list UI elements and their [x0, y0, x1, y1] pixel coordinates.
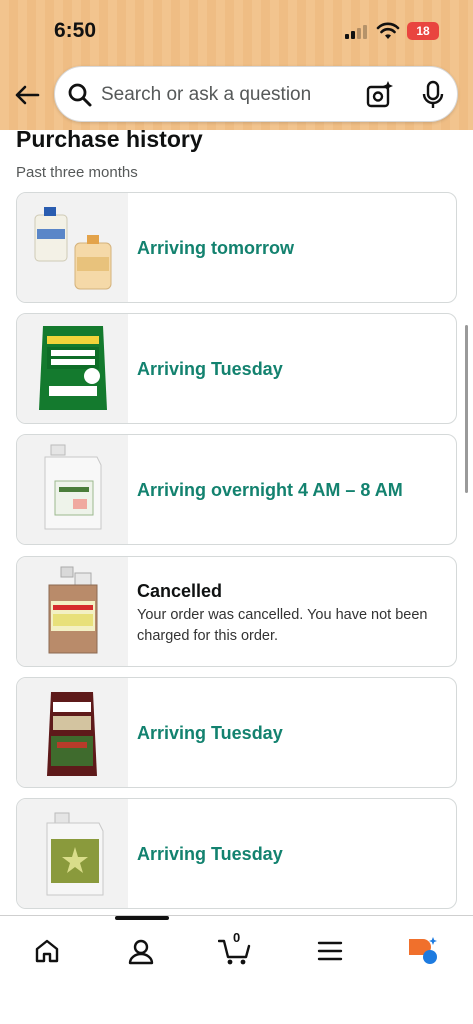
home-icon: [35, 939, 59, 963]
product-image: [17, 557, 128, 666]
battery-level: 18: [416, 24, 430, 38]
status-time: 6:50: [54, 19, 97, 42]
product-image: [17, 678, 128, 787]
scrollbar[interactable]: [465, 325, 468, 493]
back-button[interactable]: [12, 80, 42, 110]
page-title: Purchase history: [16, 126, 203, 152]
order-card[interactable]: Arriving Tuesday: [16, 313, 457, 424]
nav-home[interactable]: [30, 934, 64, 968]
order-card[interactable]: Cancelled Your order was cancelled. You …: [16, 556, 457, 667]
order-card[interactable]: Arriving Tuesday: [16, 798, 457, 909]
product-image: [17, 314, 128, 423]
app-header: 6:50 18 Search or ask a question: [0, 0, 473, 130]
active-tab-indicator: [115, 916, 169, 920]
search-icon: [68, 83, 92, 107]
order-card[interactable]: Arriving tomorrow: [16, 192, 457, 303]
user-icon: [128, 939, 154, 965]
nav-rufus[interactable]: [406, 934, 440, 968]
order-status: Arriving Tuesday: [137, 359, 283, 379]
product-image: [17, 799, 128, 908]
camera-lens-icon[interactable]: [365, 80, 395, 110]
order-status: Arriving overnight 4 AM – 8 AM: [137, 480, 403, 500]
nav-account[interactable]: [124, 934, 158, 968]
order-status-detail: Your order was cancelled. You have not b…: [137, 607, 428, 644]
status-bar: 6:50 18: [0, 0, 473, 62]
search-input[interactable]: Search or ask a question: [101, 84, 311, 106]
wifi-icon: [376, 22, 400, 39]
cart-count: 0: [233, 930, 241, 945]
search-bar[interactable]: Search or ask a question: [54, 66, 458, 122]
page-subtitle: Past three months: [16, 164, 138, 181]
bottom-nav: 0: [0, 915, 473, 1024]
order-status: Cancelled: [137, 581, 223, 601]
microphone-icon[interactable]: [419, 80, 447, 110]
nav-menu[interactable]: [313, 934, 347, 968]
product-image: [17, 435, 128, 544]
cellular-signal-icon: [345, 25, 369, 39]
order-card[interactable]: Arriving overnight 4 AM – 8 AM: [16, 434, 457, 545]
battery-icon: 18: [407, 22, 439, 40]
menu-icon: [317, 941, 343, 961]
order-card[interactable]: Arriving Tuesday: [16, 677, 457, 788]
product-image: [17, 193, 128, 302]
nav-cart[interactable]: 0: [218, 930, 252, 968]
order-status: Arriving Tuesday: [137, 723, 283, 743]
order-status: Arriving Tuesday: [137, 844, 283, 864]
order-status: Arriving tomorrow: [137, 238, 295, 258]
rufus-ai-icon: [409, 937, 437, 964]
arrow-left-icon: [15, 85, 40, 105]
